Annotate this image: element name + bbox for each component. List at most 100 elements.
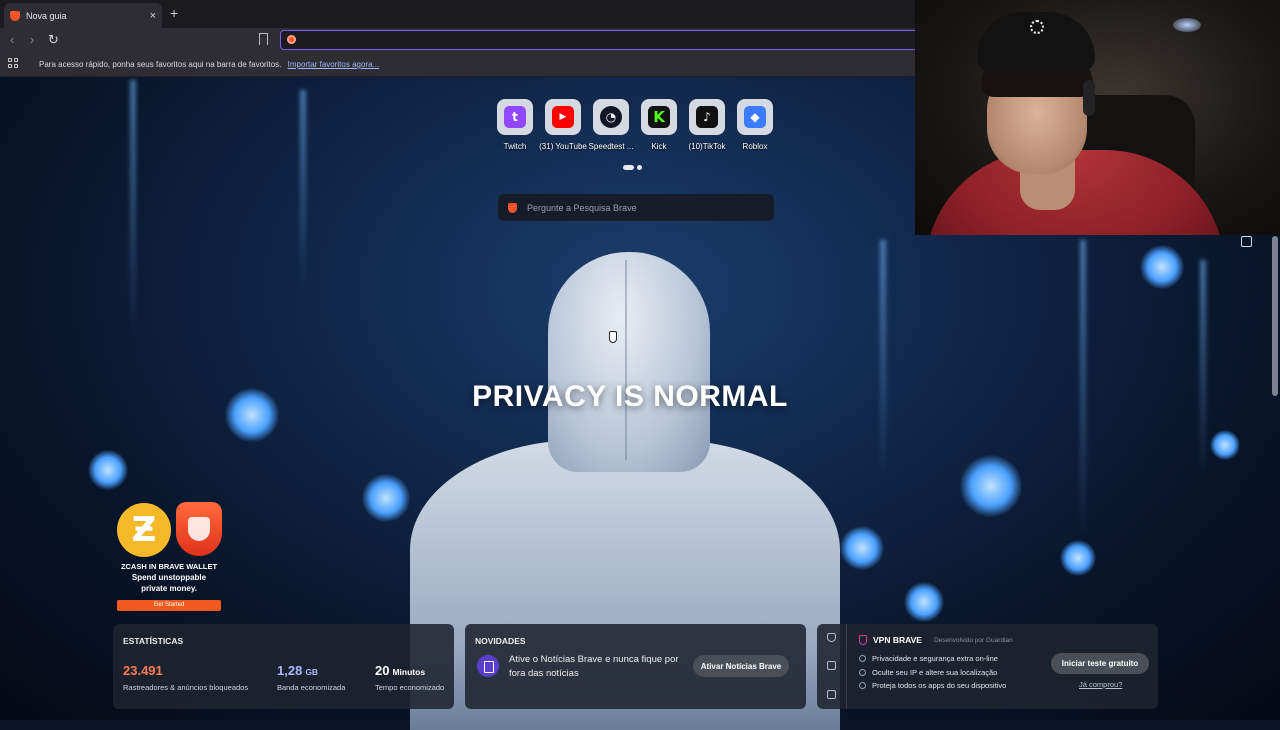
light-streak xyxy=(130,80,136,340)
bookmarks-hint-text: Para acesso rápido, ponha seus favoritos… xyxy=(39,60,282,69)
news-title: NOVIDADES xyxy=(475,636,526,646)
brave-search-box[interactable] xyxy=(498,194,774,221)
light-streak xyxy=(1080,240,1086,540)
list-item: Privacidade e segurança extra on-line xyxy=(859,652,1006,666)
enable-news-button[interactable]: Ativar Notícias Brave xyxy=(693,655,789,677)
list-item: Proteja todos os apps do seu dispositivo xyxy=(859,679,1006,693)
vpn-feature-list: Privacidade e segurança extra on-line Oc… xyxy=(859,652,1006,693)
speed-dial-tile-youtube[interactable]: ▶ (31) YouTube xyxy=(539,99,587,151)
tile-label: Speedtest ... xyxy=(588,142,634,151)
list-item: Oculte seu IP e altere sua localização xyxy=(859,666,1006,680)
hero-headline: PRIVACY IS NORMAL xyxy=(472,380,788,413)
back-icon[interactable]: ‹ xyxy=(10,32,14,47)
promo-title: ZCASH IN BRAVE WALLET xyxy=(120,562,218,571)
search-engine-icon xyxy=(287,35,296,44)
bokeh-light xyxy=(1140,245,1184,289)
speed-dial: t Twitch ▶ (31) YouTube ◔ Speedtest ... … xyxy=(491,99,779,151)
promo-line-1: Spend unstoppable xyxy=(131,573,207,582)
import-bookmarks-link[interactable]: Importar favoritos agora... xyxy=(288,60,380,69)
apps-grid-icon[interactable] xyxy=(8,58,19,69)
speed-dial-pager xyxy=(623,165,642,170)
bokeh-light xyxy=(840,526,884,570)
bokeh-light xyxy=(1060,540,1096,576)
promo-line-2: private money. xyxy=(141,584,197,593)
already-purchased-link[interactable]: Já comprou? xyxy=(1079,680,1122,689)
scrollbar[interactable] xyxy=(1272,236,1278,396)
vpn-card: VPN BRAVE Desenvolvido por Guardian Priv… xyxy=(817,624,1158,709)
tile-label: Kick xyxy=(651,142,667,151)
start-trial-button[interactable]: Iniciar teste gratuito xyxy=(1051,653,1149,674)
stat-unit: Minutos xyxy=(392,667,426,677)
bokeh-light xyxy=(904,582,944,622)
bookmark-icon[interactable] xyxy=(259,33,268,45)
external-link-icon[interactable] xyxy=(1241,236,1252,247)
speed-dial-tile-speedtest[interactable]: ◔ Speedtest ... xyxy=(587,99,635,151)
check-icon xyxy=(859,655,866,663)
light-streak xyxy=(300,90,306,290)
roblox-icon: ◆ xyxy=(744,106,766,128)
check-icon xyxy=(859,682,866,690)
address-bar[interactable] xyxy=(280,30,920,50)
vpn-shield-icon[interactable] xyxy=(827,633,836,642)
stat-time: 20 Minutos Tempo economizado xyxy=(375,662,444,692)
vpn-header: VPN BRAVE Desenvolvido por Guardian xyxy=(859,635,1013,645)
webcam-overlay xyxy=(915,0,1280,235)
video-call-icon[interactable] xyxy=(827,690,836,699)
ceiling-light xyxy=(1173,18,1201,32)
rewards-icon[interactable] xyxy=(827,661,836,670)
tile-label: (10)TikTok xyxy=(688,142,726,151)
bokeh-light xyxy=(1210,430,1240,460)
widget-switcher xyxy=(817,624,847,709)
new-tab-button[interactable]: + xyxy=(170,5,178,21)
brave-logo-icon xyxy=(176,502,222,556)
news-icon xyxy=(477,655,499,677)
vpn-title: VPN BRAVE xyxy=(873,635,922,645)
tab-title: Nova guia xyxy=(26,10,67,21)
brave-favicon-icon xyxy=(10,10,20,21)
address-input[interactable] xyxy=(301,32,901,47)
stat-bandwidth: 1,28 GB Banda economizada xyxy=(277,662,345,692)
browser-toolbar: ‹ › ↻ xyxy=(0,28,920,52)
youtube-icon: ▶ xyxy=(552,106,574,128)
light-streak xyxy=(1200,260,1206,480)
stat-label: Banda economizada xyxy=(277,683,346,692)
stats-card: ESTATÍSTICAS 23.491 Rastreadores & anúnc… xyxy=(113,624,454,709)
mouse-cursor-icon xyxy=(609,331,617,343)
stats-title: ESTATÍSTICAS xyxy=(123,636,184,646)
cap-logo-icon xyxy=(1030,20,1044,34)
speed-dial-tile-twitch[interactable]: t Twitch xyxy=(491,99,539,151)
stat-label: Tempo economizado xyxy=(375,683,445,692)
kick-icon: K xyxy=(648,106,670,128)
tab-close-icon[interactable]: × xyxy=(150,10,156,22)
twitch-icon: t xyxy=(504,106,526,128)
tile-label: Twitch xyxy=(503,142,527,151)
stat-value: 23.491 xyxy=(123,663,163,678)
check-icon xyxy=(859,668,866,676)
hood-seam xyxy=(625,260,627,460)
speed-dial-tile-kick[interactable]: K Kick xyxy=(635,99,683,151)
tiktok-icon: ♪ xyxy=(696,106,718,128)
forward-icon[interactable]: › xyxy=(30,32,34,47)
pager-dot-2[interactable] xyxy=(637,165,642,170)
speedtest-icon: ◔ xyxy=(600,106,622,128)
news-card: NOVIDADES Ative o Notícias Brave e nunca… xyxy=(465,624,806,709)
stat-value: 1,28 xyxy=(277,663,303,678)
speed-dial-tile-tiktok[interactable]: ♪ (10)TikTok xyxy=(683,99,731,151)
stat-value: 20 xyxy=(375,663,390,678)
zcash-icon: Ƶ xyxy=(117,503,171,557)
tab-nova-guia[interactable]: Nova guia × xyxy=(4,3,162,28)
pager-dot-1[interactable] xyxy=(623,165,634,170)
get-started-button[interactable]: Get Started xyxy=(117,600,221,611)
bokeh-light xyxy=(362,474,410,522)
reload-icon[interactable]: ↻ xyxy=(48,32,59,48)
tile-label: Roblox xyxy=(742,142,768,151)
bookmarks-bar: Para acesso rápido, ponha seus favoritos… xyxy=(0,52,915,77)
vpn-provider: Desenvolvido por Guardian xyxy=(933,636,1013,644)
news-text: Ative o Notícias Brave e nunca fique por… xyxy=(509,654,679,679)
stat-trackers: 23.491 Rastreadores & anúncios bloqueado… xyxy=(123,662,248,692)
bokeh-light xyxy=(88,450,128,490)
tile-label: (31) YouTube xyxy=(539,142,587,151)
headset xyxy=(1083,80,1095,116)
search-input[interactable] xyxy=(527,202,757,213)
speed-dial-tile-roblox[interactable]: ◆ Roblox xyxy=(731,99,779,151)
